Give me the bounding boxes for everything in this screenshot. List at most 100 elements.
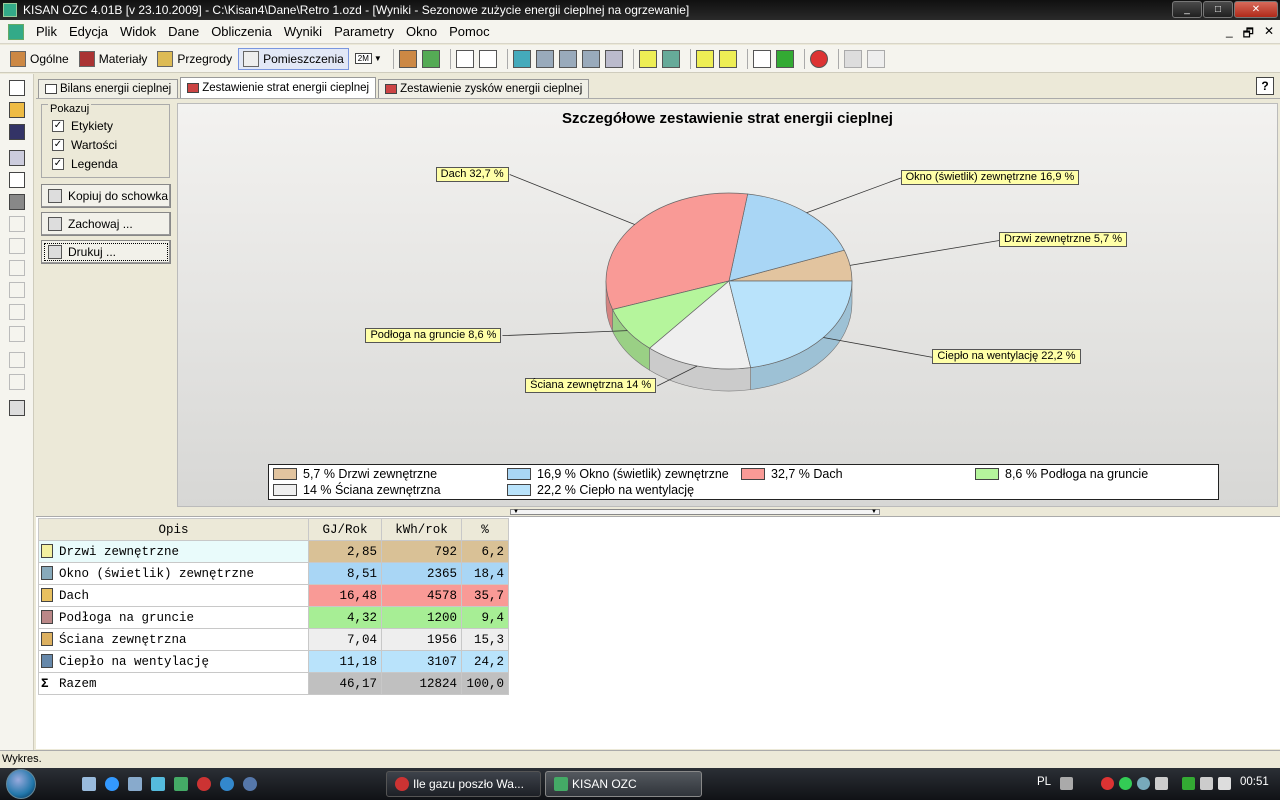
app-icon[interactable]: [151, 777, 165, 791]
tab-straty[interactable]: Zestawienie strat energii cieplnej: [180, 77, 377, 98]
bluetooth-icon[interactable]: [1137, 777, 1150, 790]
print-icon[interactable]: [9, 194, 25, 210]
table-row[interactable]: Okno (świetlik) zewnętrzne 8,51 2365 18,4: [38, 562, 509, 585]
panel-icon[interactable]: [638, 49, 657, 68]
table-row[interactable]: Drzwi zewnętrzne 2,85 792 6,2: [38, 540, 509, 563]
print-chart-button[interactable]: Drukuj ...: [41, 240, 171, 264]
mdi-restore-button[interactable]: 🗗: [1243, 24, 1254, 45]
print-preview-icon[interactable]: [9, 172, 25, 188]
document-icon[interactable]: [8, 23, 24, 40]
tab-bilans[interactable]: Bilans energii cieplnej: [38, 79, 179, 98]
new-file-icon[interactable]: [9, 80, 25, 96]
taskbar-opera-window[interactable]: Ile gazu poszło Wa...: [386, 771, 541, 797]
menu-edycja[interactable]: Edycja: [63, 24, 114, 39]
tab-zyski[interactable]: Zestawienie zysków energii cieplnej: [378, 79, 590, 98]
keyboard-icon[interactable]: [1060, 777, 1073, 790]
stop-icon[interactable]: [809, 49, 828, 68]
building-green-icon[interactable]: [421, 49, 440, 68]
menu-parametry[interactable]: Parametry: [328, 24, 400, 39]
show-desktop-icon[interactable]: [82, 777, 96, 791]
kisan-icon[interactable]: [174, 777, 188, 791]
toolbar-pomieszczenia-button[interactable]: Pomieszczenia: [238, 47, 349, 70]
map-icon[interactable]: [661, 49, 680, 68]
list-icon[interactable]: [695, 49, 714, 68]
battery-icon[interactable]: [1182, 777, 1195, 790]
hatch-icon[interactable]: [478, 49, 497, 68]
checkbox-wartosci-box[interactable]: ✓: [52, 139, 64, 151]
menu-wyniki[interactable]: Wyniki: [278, 24, 328, 39]
sort-icon[interactable]: [866, 49, 885, 68]
undo-icon[interactable]: [9, 216, 25, 232]
toolbar-przegrody-button[interactable]: Przegrody: [153, 48, 236, 70]
cut-icon[interactable]: [9, 260, 25, 276]
opera-icon[interactable]: [197, 777, 211, 791]
maximize-button[interactable]: □: [1203, 1, 1233, 18]
taskbar-kisan-window[interactable]: KISAN OZC: [545, 771, 702, 797]
minimize-button[interactable]: _: [1172, 1, 1202, 18]
update-icon[interactable]: [1119, 777, 1132, 790]
table-row[interactable]: Ściana zewnętrzna 7,04 1956 15,3: [38, 628, 509, 651]
window-4-icon[interactable]: [581, 49, 600, 68]
menu-pomoc[interactable]: Pomoc: [443, 24, 495, 39]
window-3-icon[interactable]: [558, 49, 577, 68]
clock[interactable]: 00:51: [1240, 776, 1269, 788]
calculator-icon[interactable]: [752, 49, 771, 68]
find-icon[interactable]: [9, 352, 25, 368]
menu-plik[interactable]: Plik: [30, 24, 63, 39]
switch-windows-icon[interactable]: [128, 777, 142, 791]
copy-icon[interactable]: [9, 282, 25, 298]
security-alert-icon[interactable]: [1101, 777, 1114, 790]
replace-icon[interactable]: [9, 374, 25, 390]
calculator-icon[interactable]: [9, 400, 25, 416]
volume-icon[interactable]: [1218, 777, 1231, 790]
toolbar-materialy-button[interactable]: Materiały: [75, 48, 152, 70]
copy-to-clipboard-button[interactable]: Kopiuj do schowka: [41, 184, 171, 208]
open-folder-icon[interactable]: [9, 102, 25, 118]
toolbar-ogolne-button[interactable]: Ogólne: [6, 48, 73, 70]
delete-icon[interactable]: [9, 326, 25, 342]
splitter-grip[interactable]: ▼ ▼: [510, 509, 880, 515]
table-row[interactable]: Σ Razem 46,17 12824 100,0: [38, 672, 509, 695]
network-icon[interactable]: [1200, 777, 1213, 790]
zoom-dropdown[interactable]: 2M ▼: [351, 48, 386, 70]
internet-explorer-icon[interactable]: [105, 777, 119, 791]
door-icon[interactable]: [604, 49, 623, 68]
save-icon[interactable]: [9, 124, 25, 140]
list-2-icon[interactable]: [718, 49, 737, 68]
column-header-opis[interactable]: Opis: [38, 518, 309, 541]
menu-widok[interactable]: Widok: [114, 24, 162, 39]
language-indicator[interactable]: PL: [1037, 776, 1051, 788]
globe-icon[interactable]: [243, 777, 257, 791]
column-header-gj[interactable]: GJ/Rok: [308, 518, 382, 541]
checkbox-etykiety[interactable]: ✓ Etykiety: [52, 119, 113, 133]
splitter[interactable]: ▼ ▼: [36, 508, 1280, 516]
mdi-minimize-button[interactable]: _: [1226, 24, 1233, 45]
menu-dane[interactable]: Dane: [162, 24, 205, 39]
menu-okno[interactable]: Okno: [400, 24, 443, 39]
table-row[interactable]: Ciepło na wentylację 11,18 3107 24,2: [38, 650, 509, 673]
checkbox-wartosci[interactable]: ✓ Wartości: [52, 138, 117, 152]
table-row[interactable]: Podłoga na gruncie 4,32 1200 9,4: [38, 606, 509, 629]
column-header-kwh[interactable]: kWh/rok: [381, 518, 462, 541]
settings-icon[interactable]: [9, 150, 25, 166]
usb-icon[interactable]: [1155, 777, 1168, 790]
window-icon[interactable]: [512, 49, 531, 68]
browser-icon[interactable]: [220, 777, 234, 791]
window-2-icon[interactable]: [535, 49, 554, 68]
menu-obliczenia[interactable]: Obliczenia: [205, 24, 278, 39]
redo-icon[interactable]: [9, 238, 25, 254]
column-header-percent[interactable]: %: [461, 518, 509, 541]
help-button[interactable]: ?: [1256, 77, 1274, 95]
table-icon[interactable]: [843, 49, 862, 68]
mdi-close-button[interactable]: ✕: [1264, 24, 1274, 45]
grid-icon[interactable]: [455, 49, 474, 68]
save-chart-button[interactable]: Zachowaj ...: [41, 212, 171, 236]
checkbox-legenda[interactable]: ✓ Legenda: [52, 157, 118, 171]
close-button[interactable]: ✕: [1234, 1, 1278, 18]
chart-icon[interactable]: [775, 49, 794, 68]
start-button[interactable]: [6, 769, 36, 799]
paste-icon[interactable]: [9, 304, 25, 320]
table-row[interactable]: Dach 16,48 4578 35,7: [38, 584, 509, 607]
building-icon[interactable]: [398, 49, 417, 68]
checkbox-etykiety-box[interactable]: ✓: [52, 120, 64, 132]
